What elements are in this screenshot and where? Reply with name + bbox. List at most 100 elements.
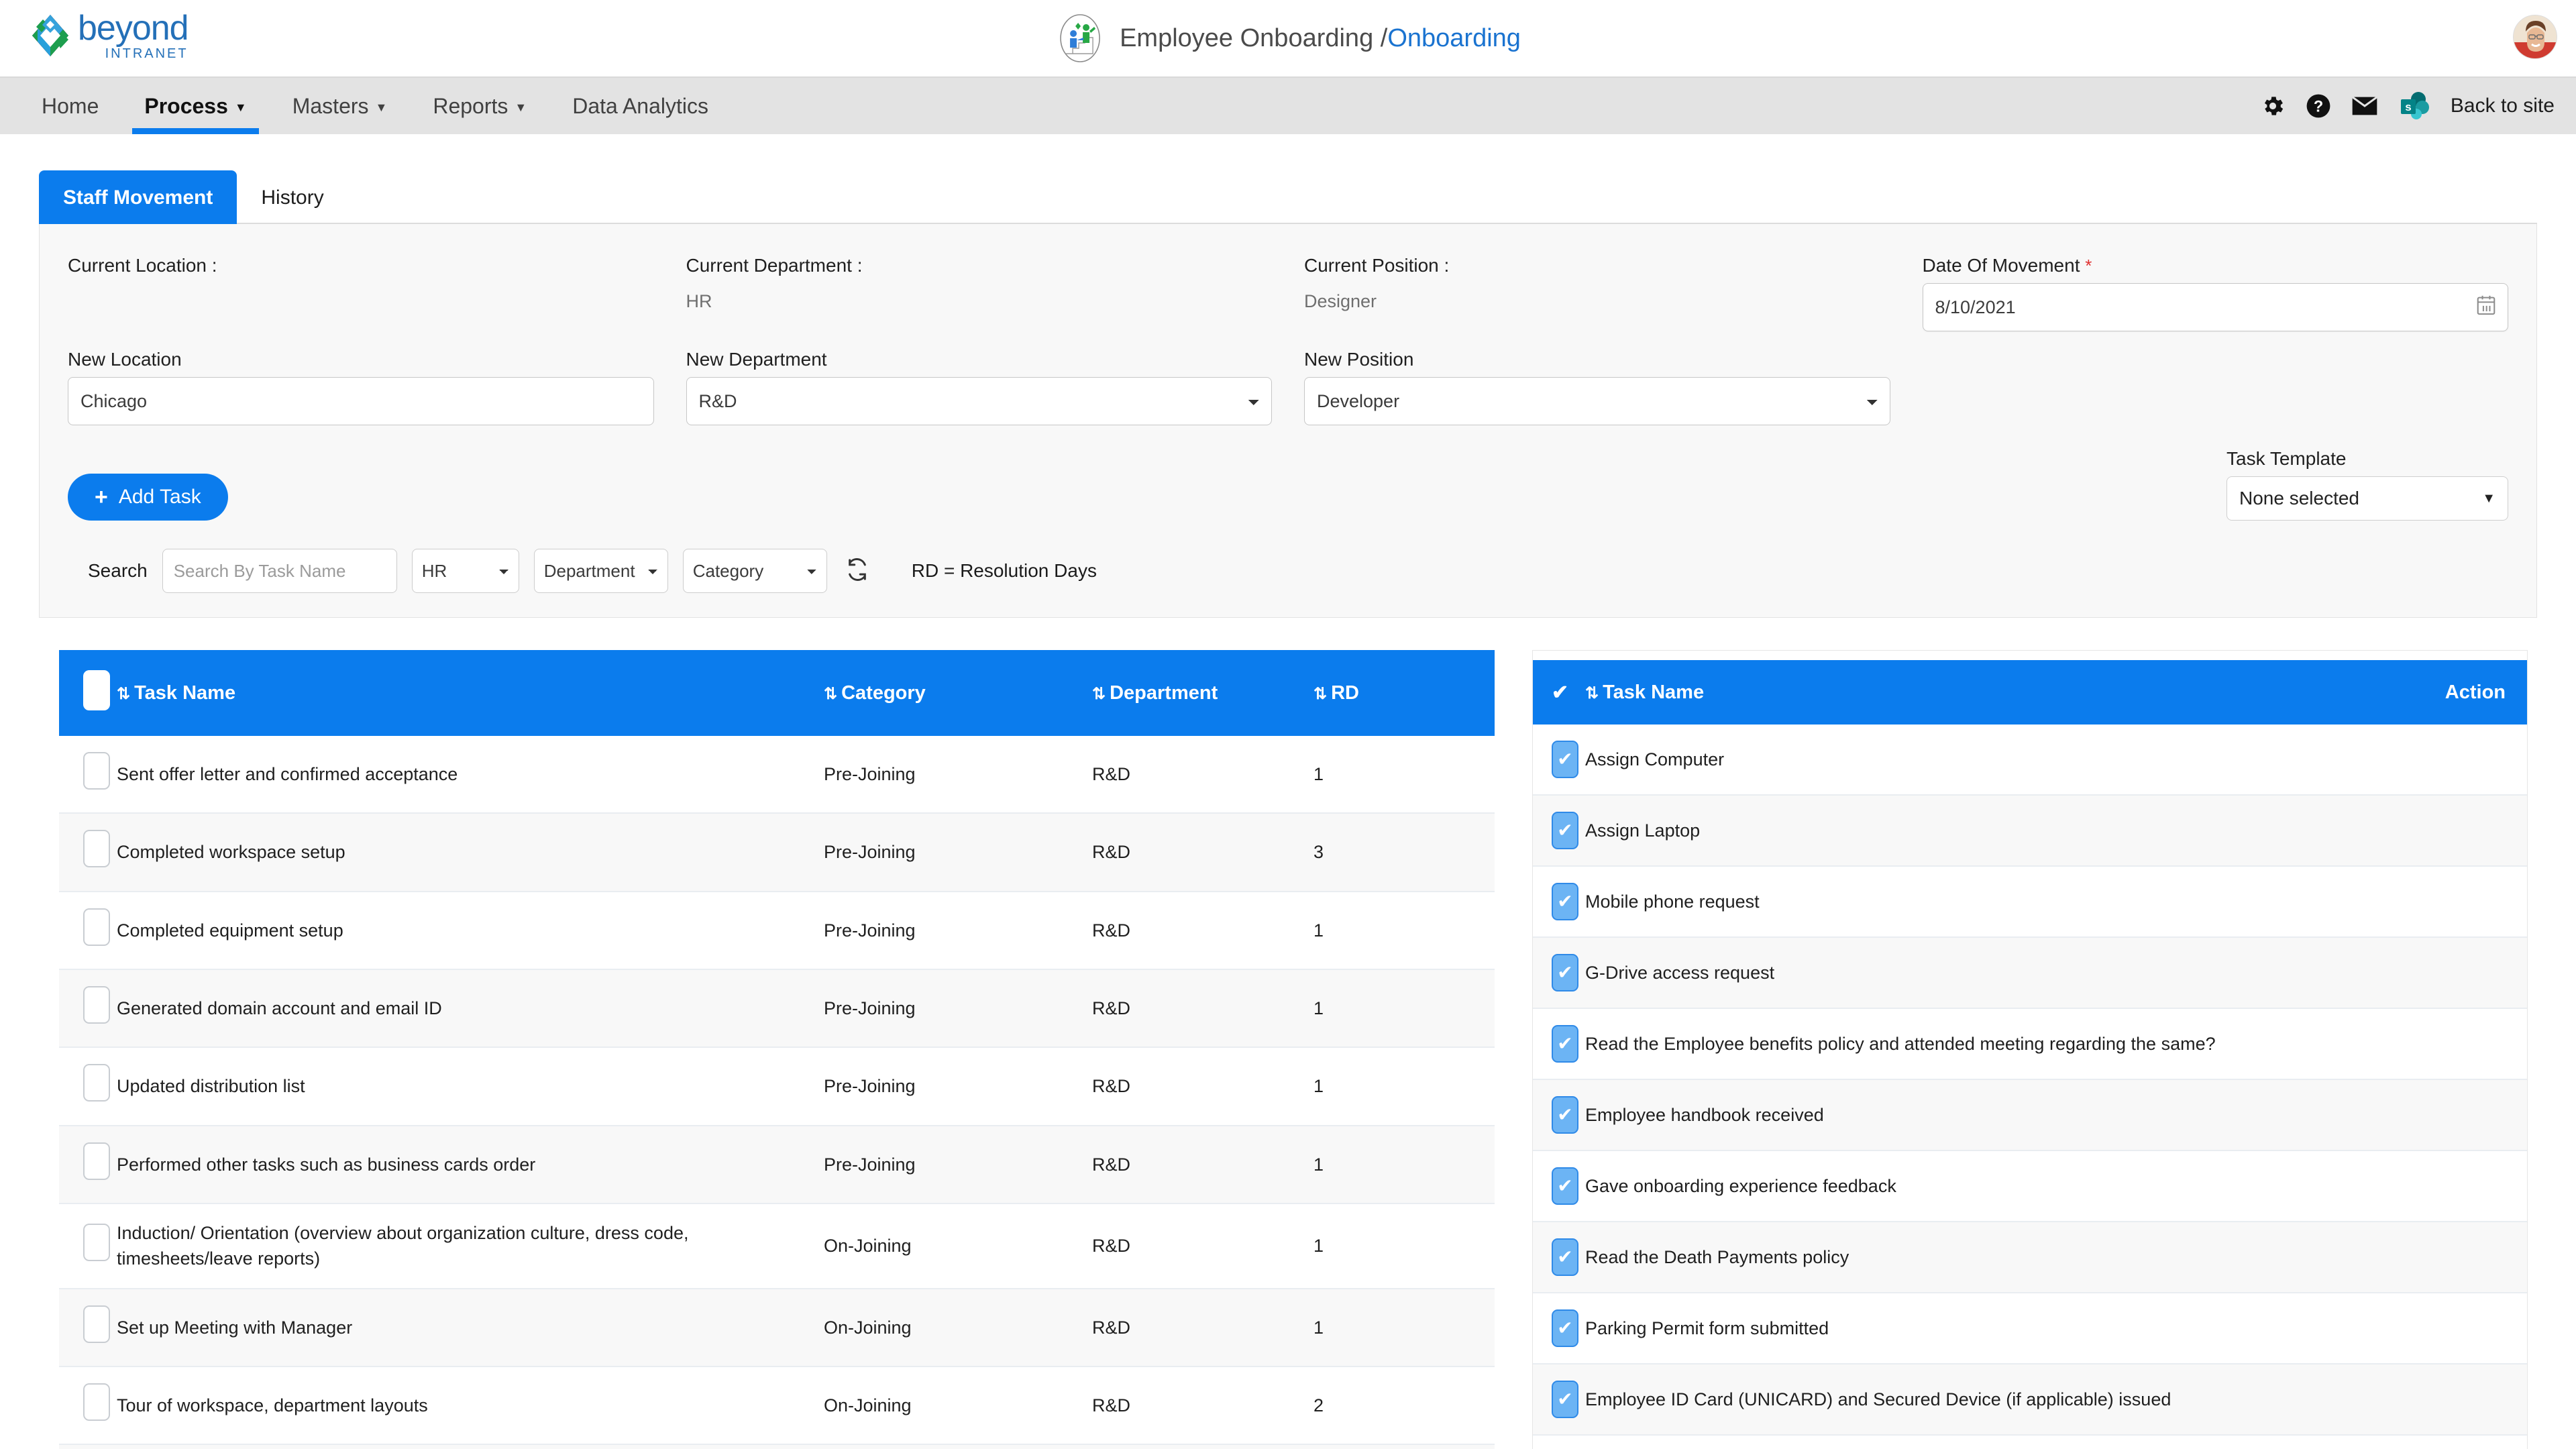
row-checkbox-cell[interactable] bbox=[1533, 1293, 1585, 1364]
row-checkbox[interactable] bbox=[1552, 883, 1578, 920]
row-checkbox[interactable] bbox=[83, 1224, 110, 1262]
row-checkbox-cell[interactable] bbox=[59, 1288, 117, 1367]
date-of-movement-input[interactable]: 8/10/2021 bbox=[1922, 283, 2508, 331]
row-checkbox[interactable] bbox=[83, 985, 110, 1024]
row-checkbox[interactable] bbox=[83, 908, 110, 946]
hr-group-select[interactable]: HR bbox=[411, 549, 519, 593]
row-checkbox-cell[interactable] bbox=[1533, 795, 1585, 867]
row-checkbox-cell[interactable] bbox=[59, 1366, 117, 1446]
add-task-button[interactable]: + Add Task bbox=[68, 474, 228, 521]
row-action-cell[interactable] bbox=[2420, 1008, 2527, 1080]
list-item[interactable]: Employee ID Card (UNICARD) and Secured D… bbox=[1533, 1364, 2527, 1436]
new-position-select[interactable]: Developer bbox=[1304, 377, 1890, 425]
row-action-cell[interactable] bbox=[2420, 937, 2527, 1009]
list-item[interactable]: G-Drive access request bbox=[1533, 937, 2527, 1009]
back-to-site-link[interactable]: Back to site bbox=[2451, 95, 2555, 117]
row-checkbox[interactable] bbox=[1552, 1309, 1578, 1347]
row-checkbox[interactable] bbox=[83, 1064, 110, 1102]
table-row[interactable]: Set up Meeting with Manager On-Joining R&D… bbox=[59, 1288, 1495, 1367]
table-row[interactable]: Updated distribution list Pre-Joining R&D 1 bbox=[59, 1047, 1495, 1126]
search-input[interactable] bbox=[162, 549, 397, 593]
row-checkbox[interactable] bbox=[83, 1142, 110, 1180]
row-checkbox-cell[interactable] bbox=[1533, 1150, 1585, 1222]
row-action-cell[interactable] bbox=[2420, 1222, 2527, 1293]
row-checkbox-cell[interactable] bbox=[59, 736, 117, 814]
table-row[interactable]: Induction/ Orientation (overview about o… bbox=[59, 1203, 1495, 1289]
help-icon[interactable]: ? bbox=[2306, 93, 2331, 119]
row-checkbox[interactable] bbox=[83, 1383, 110, 1421]
row-checkbox-cell[interactable] bbox=[59, 1047, 117, 1126]
row-checkbox[interactable] bbox=[83, 752, 110, 790]
available-category-header[interactable]: ⇅ Category bbox=[824, 650, 1092, 736]
row-checkbox[interactable] bbox=[1552, 812, 1578, 849]
gear-icon[interactable] bbox=[2260, 93, 2286, 119]
nav-item-home[interactable]: Home bbox=[19, 78, 121, 134]
row-checkbox-cell[interactable] bbox=[59, 1203, 117, 1289]
row-checkbox[interactable] bbox=[83, 1305, 110, 1343]
row-action-cell[interactable] bbox=[2420, 1150, 2527, 1222]
mail-icon[interactable] bbox=[2351, 95, 2378, 117]
selected-task-name-header[interactable]: ⇅ Task Name bbox=[1585, 660, 2420, 724]
row-checkbox-cell[interactable] bbox=[1533, 1435, 1585, 1449]
row-action-cell[interactable] bbox=[2420, 795, 2527, 867]
row-checkbox-cell[interactable] bbox=[59, 969, 117, 1049]
nav-item-data-analytics[interactable]: Data Analytics bbox=[549, 78, 731, 134]
table-row[interactable]: Share company policiesOn-JoiningBPO1 bbox=[59, 1444, 1495, 1449]
table-row[interactable]: Completed equipment setup Pre-Joining R&D 1 bbox=[59, 891, 1495, 970]
table-row[interactable]: Tour of workspace, department layouts On-… bbox=[59, 1366, 1495, 1446]
row-checkbox-cell[interactable] bbox=[59, 813, 117, 892]
row-checkbox[interactable] bbox=[1552, 1238, 1578, 1276]
row-checkbox[interactable] bbox=[1552, 741, 1578, 778]
avatar[interactable] bbox=[2513, 15, 2557, 59]
row-checkbox-cell[interactable] bbox=[59, 1444, 117, 1449]
calendar-icon[interactable] bbox=[2477, 295, 2496, 320]
list-item[interactable]: Parking Permit form submitted bbox=[1533, 1293, 2527, 1364]
nav-item-process[interactable]: Process ▼ bbox=[121, 78, 269, 134]
sharepoint-icon[interactable]: s bbox=[2398, 90, 2430, 122]
new-department-select[interactable]: R&D bbox=[686, 377, 1272, 425]
row-action-cell[interactable] bbox=[2420, 1079, 2527, 1151]
row-checkbox[interactable] bbox=[1552, 1381, 1578, 1418]
row-checkbox-cell[interactable] bbox=[1533, 937, 1585, 1009]
row-action-cell[interactable] bbox=[2420, 1364, 2527, 1436]
tab-staff-movement[interactable]: Staff Movement bbox=[39, 170, 237, 224]
available-rd-header[interactable]: ⇅ RD bbox=[1313, 650, 1495, 736]
row-checkbox-cell[interactable] bbox=[1533, 1222, 1585, 1293]
table-row[interactable]: Performed other tasks such as business c… bbox=[59, 1125, 1495, 1204]
row-checkbox-cell[interactable] bbox=[59, 891, 117, 970]
row-checkbox-cell[interactable] bbox=[1533, 1008, 1585, 1080]
row-action-cell[interactable] bbox=[2420, 866, 2527, 938]
available-task-name-header[interactable]: ⇅ Task Name bbox=[117, 650, 824, 736]
row-checkbox-cell[interactable] bbox=[59, 1125, 117, 1204]
row-checkbox-cell[interactable] bbox=[1533, 724, 1585, 796]
list-item[interactable]: Employee handbook received bbox=[1533, 1079, 2527, 1151]
category-filter-select[interactable]: Category bbox=[682, 549, 827, 593]
list-item[interactable]: Assign Computer bbox=[1533, 724, 2527, 796]
list-item[interactable]: Read the Death Payments policy bbox=[1533, 1222, 2527, 1293]
refresh-icon[interactable] bbox=[846, 557, 869, 584]
row-checkbox[interactable] bbox=[1552, 954, 1578, 991]
row-checkbox-cell[interactable] bbox=[1533, 1079, 1585, 1151]
row-action-cell[interactable] bbox=[2420, 1435, 2527, 1449]
selected-select-all-header[interactable]: ✔ bbox=[1533, 660, 1585, 724]
row-checkbox[interactable] bbox=[83, 830, 110, 868]
table-row[interactable]: Sent offer letter and confirmed acceptan… bbox=[59, 736, 1495, 814]
select-all-checkbox[interactable] bbox=[83, 670, 110, 710]
list-item[interactable]: Mobile phone request bbox=[1533, 866, 2527, 938]
row-checkbox[interactable] bbox=[1552, 1025, 1578, 1063]
row-checkbox[interactable] bbox=[1552, 1096, 1578, 1134]
tab-history[interactable]: History bbox=[237, 170, 347, 224]
nav-item-reports[interactable]: Reports ▼ bbox=[410, 78, 549, 134]
task-template-select[interactable]: None selected ▼ bbox=[2226, 476, 2508, 521]
row-checkbox[interactable] bbox=[1552, 1167, 1578, 1205]
row-checkbox-cell[interactable] bbox=[1533, 866, 1585, 938]
row-checkbox-cell[interactable] bbox=[1533, 1364, 1585, 1436]
list-item[interactable]: Assign Laptop bbox=[1533, 795, 2527, 867]
new-location-input[interactable] bbox=[68, 377, 654, 425]
available-department-header[interactable]: ⇅ Department bbox=[1092, 650, 1313, 736]
nav-item-masters[interactable]: Masters ▼ bbox=[270, 78, 411, 134]
table-row[interactable]: Completed workspace setup Pre-Joining R&D 3 bbox=[59, 813, 1495, 892]
list-item[interactable]: Gave onboarding experience feedback bbox=[1533, 1150, 2527, 1222]
row-action-cell[interactable] bbox=[2420, 1293, 2527, 1364]
row-action-cell[interactable] bbox=[2420, 724, 2527, 796]
